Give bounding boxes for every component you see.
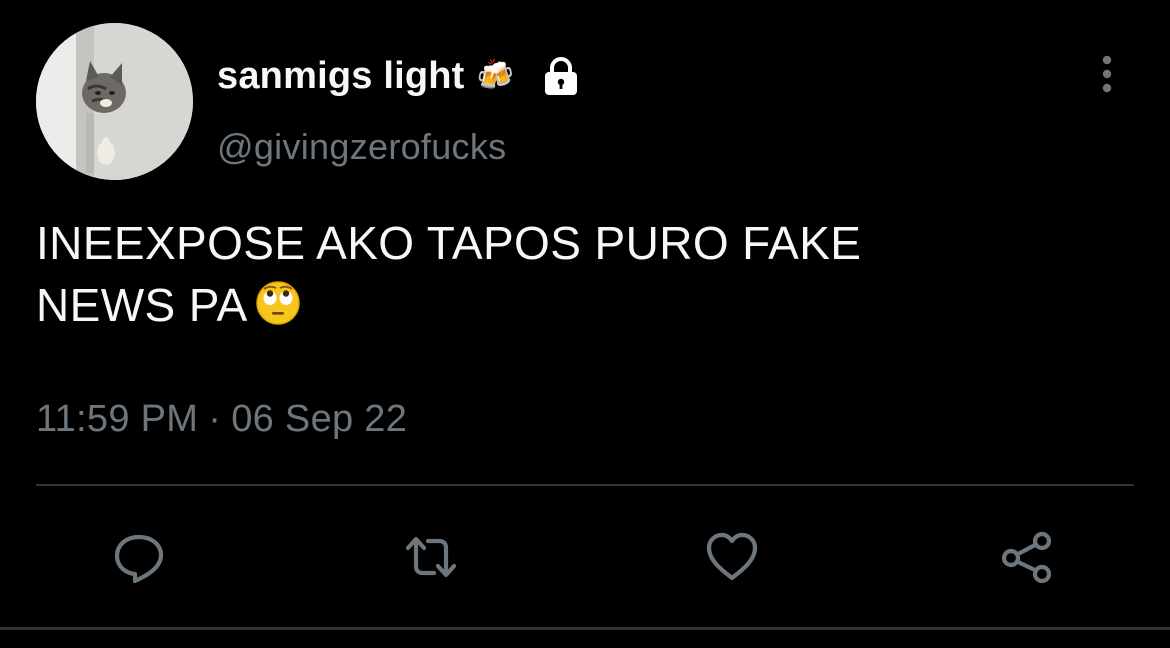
display-name-row: sanmigs light 🍻: [217, 50, 582, 102]
tweet-text-fragment: NEWS PA: [36, 279, 248, 331]
reply-icon: [114, 534, 164, 584]
tweet-text: INEEXPOSE AKO TAPOS PURO FAKE NEWS PA: [36, 212, 1096, 336]
tweet-time[interactable]: 11:59 PM: [36, 398, 198, 441]
retweet-icon: [405, 536, 457, 578]
heart-icon: [706, 532, 758, 581]
timestamp-separator: ·: [208, 398, 222, 440]
divider: [36, 484, 1134, 486]
like-button[interactable]: [703, 528, 761, 586]
retweet-button[interactable]: [402, 528, 460, 586]
cat-avatar-icon: [36, 23, 193, 180]
tweet-card: sanmigs light 🍻 @givingzerofucks INEEXPO…: [0, 0, 1170, 648]
tweet-date[interactable]: 06 Sep 22: [231, 398, 407, 441]
share-button[interactable]: [998, 528, 1056, 586]
display-name[interactable]: sanmigs light: [217, 55, 465, 98]
beer-emoji-icon: 🍻: [476, 58, 514, 93]
lock-icon: [544, 57, 577, 95]
share-icon: [1001, 531, 1052, 584]
tweet-text-line: INEEXPOSE AKO TAPOS PURO FAKE: [36, 217, 862, 269]
timestamp-row: 11:59 PM · 06 Sep 22: [36, 398, 407, 441]
divider: [0, 627, 1170, 630]
tweet-text-line: NEWS PA: [36, 274, 1096, 336]
reply-button[interactable]: [110, 528, 168, 586]
username[interactable]: @givingzerofucks: [217, 126, 506, 168]
more-options-icon[interactable]: [1090, 52, 1124, 98]
face-with-rolling-eyes-icon: [255, 281, 300, 325]
avatar[interactable]: [36, 23, 193, 180]
